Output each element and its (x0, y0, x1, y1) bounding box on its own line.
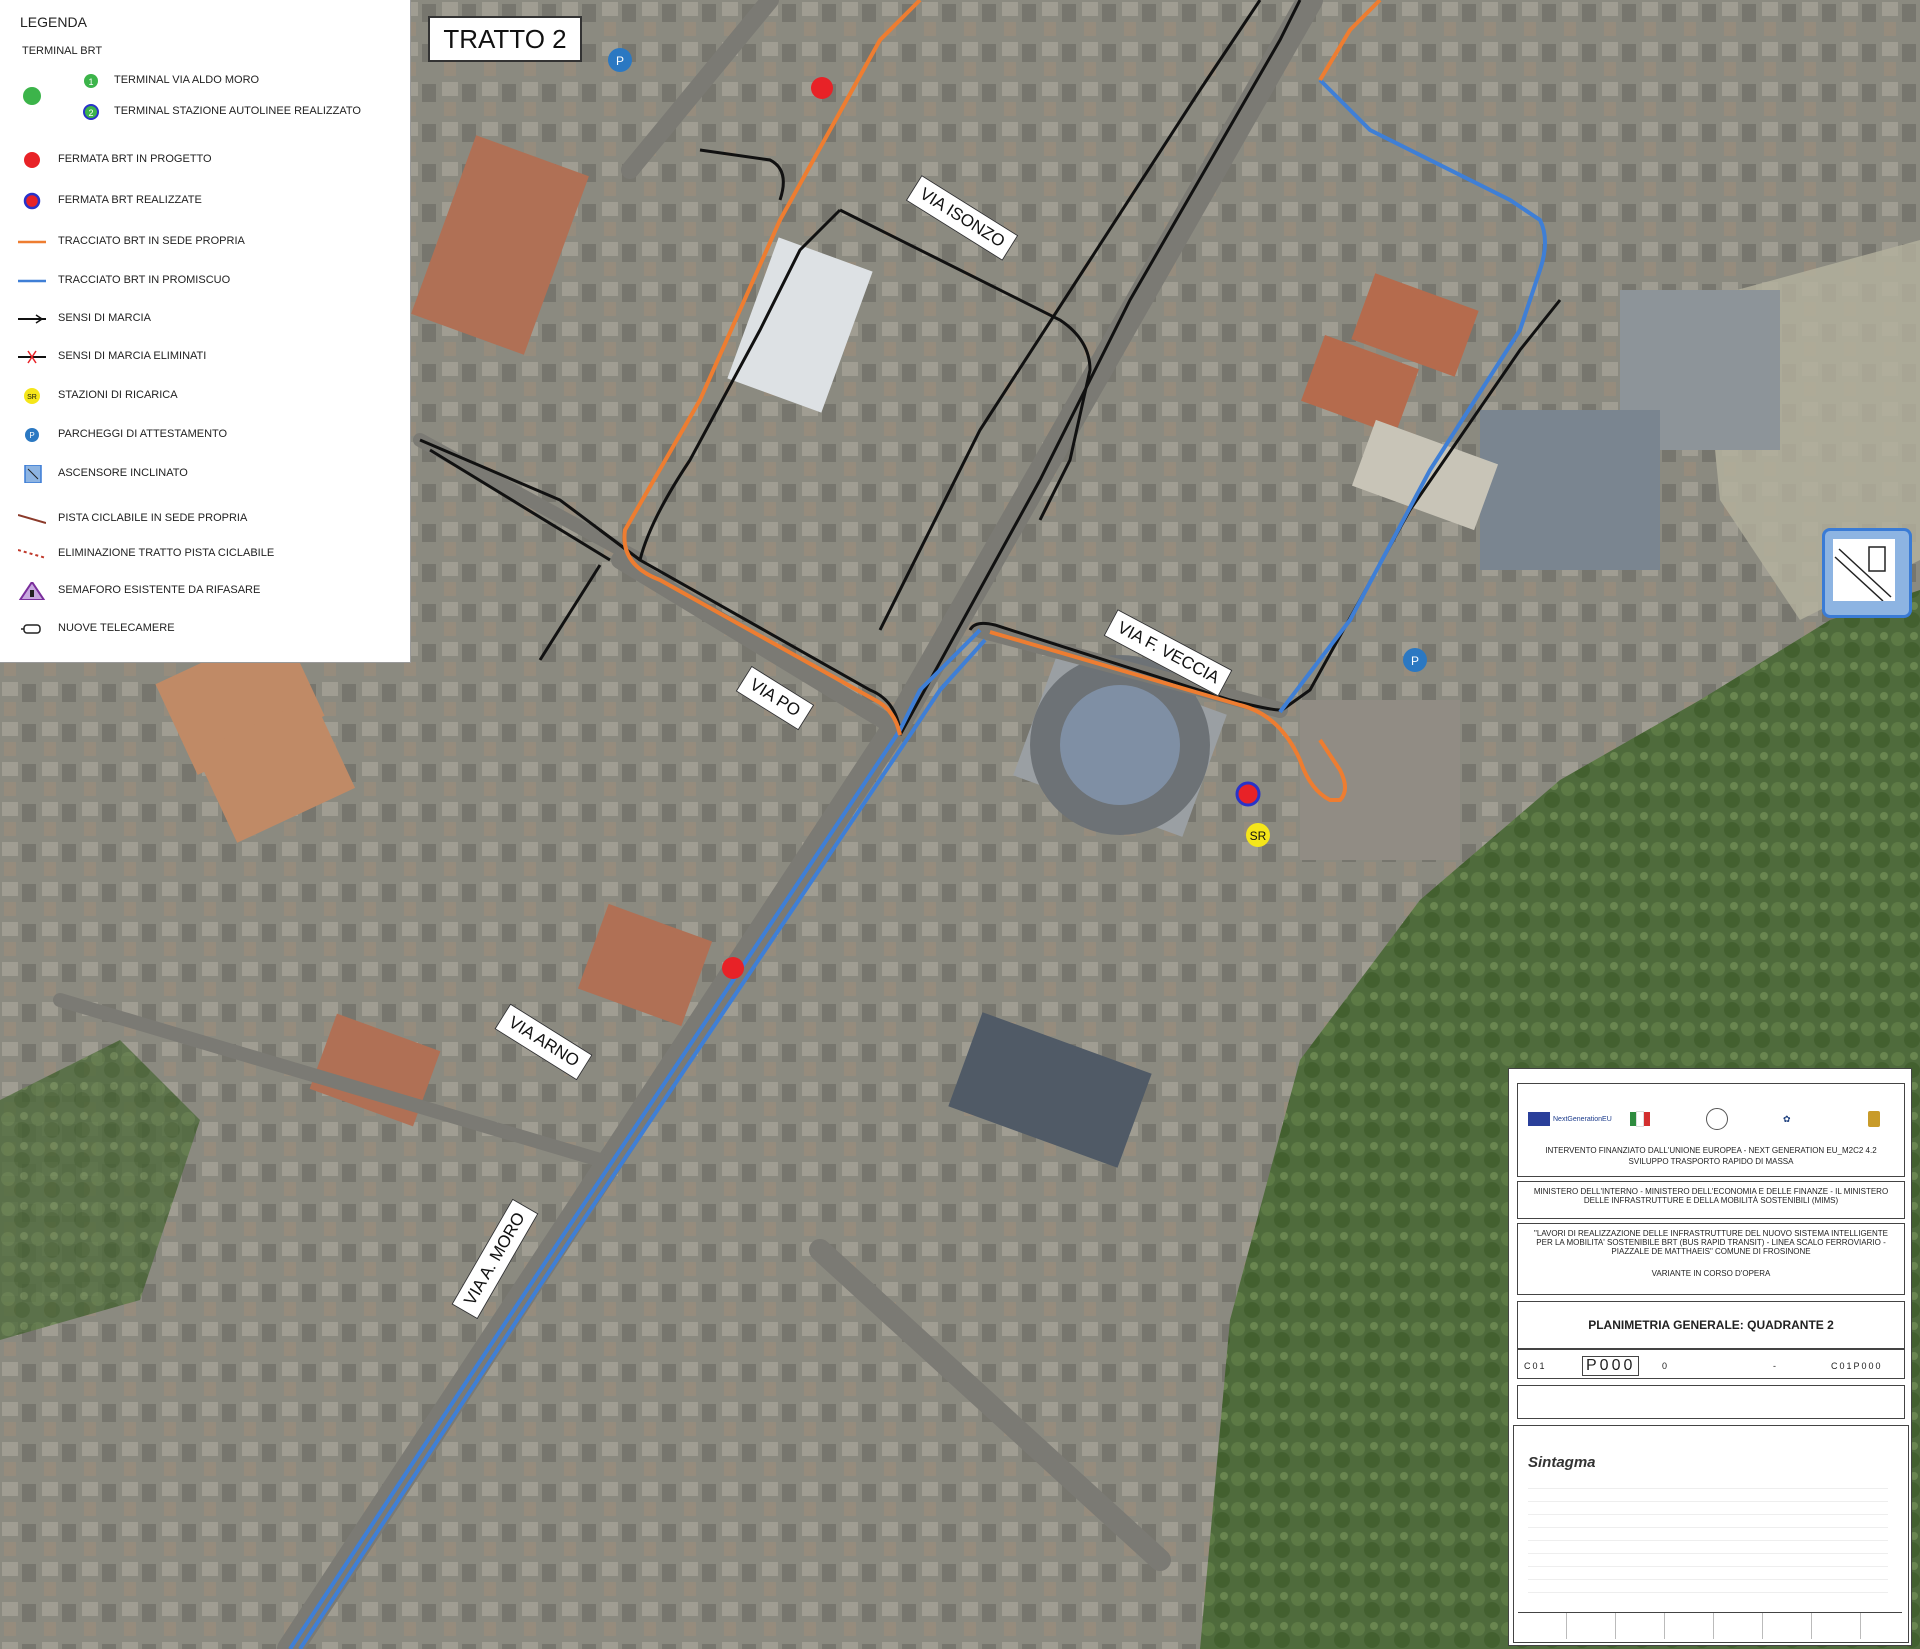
elevator-icon (24, 465, 42, 483)
sr-marker-label: SR (1250, 829, 1267, 843)
legend-label: SENSI DI MARCIA (58, 312, 151, 324)
camera-icon (21, 624, 41, 634)
black-arrow-line-icon (18, 314, 46, 324)
legend-label: TERMINAL VIA ALDO MORO (114, 74, 260, 86)
legend-item-promiscuo: TRACCIATO BRT IN PROMISCUO (0, 270, 410, 292)
legend-item-fermata-progetto: FERMATA BRT IN PROGETTO (0, 149, 410, 171)
legend-subtitle: TERMINAL BRT (22, 45, 103, 57)
svg-text:P: P (29, 431, 34, 440)
legend-item-semaforo: SEMAFORO ESISTENTE DA RIFASARE (0, 580, 410, 602)
fermata-in-progetto[interactable] (722, 957, 744, 979)
p-blue-icon: P (25, 428, 39, 442)
black-cross-line-icon (18, 350, 46, 364)
legend-item-pista-ciclabile: PISTA CICLABILE IN SEDE PROPRIA (0, 508, 410, 530)
funding-line1: INTERVENTO FINANZIATO DALL'UNIONE EUROPE… (1545, 1146, 1877, 1155)
codes-box: C01 P000 0 - C01P000 (1517, 1349, 1905, 1379)
legend-label: NUOVE TELECAMERE (58, 622, 175, 634)
svg-text:1: 1 (88, 77, 93, 87)
red-dot-icon (24, 152, 40, 168)
legend-label: SENSI DI MARCIA ELIMINATI (58, 350, 207, 362)
code-main: P000 (1582, 1356, 1640, 1376)
legend-label: ASCENSORE INCLINATO (58, 467, 188, 479)
funding-line2: SVILUPPO TRASPORTO RAPIDO DI MASSA (1628, 1157, 1794, 1166)
comune-logo-icon (1868, 1108, 1880, 1130)
legend-label: FERMATA BRT IN PROGETTO (58, 153, 212, 165)
legend-item-parcheggi: P PARCHEGGI DI ATTESTAMENTO (0, 424, 410, 446)
company-logo: Sintagma (1528, 1454, 1596, 1471)
sr-yellow-icon: SR (24, 388, 40, 404)
legend-label: PARCHEGGI DI ATTESTAMENTO (58, 428, 228, 440)
parking-marker-label: P (1411, 654, 1419, 668)
legend-label: STAZIONI DI RICARICA (58, 389, 178, 401)
legend-item-terminal-aldo-moro: 1 TERMINAL VIA ALDO MORO (0, 70, 410, 92)
code-file: C01P000 (1831, 1361, 1883, 1371)
legend-item-ascensore: ASCENSORE INCLINATO (0, 463, 410, 485)
project-text: "LAVORI DI REALIZZAZIONE DELLE INFRASTRU… (1533, 1229, 1888, 1256)
dashed-line-icon (18, 549, 46, 559)
legend-label: TERMINAL STAZIONE AUTOLINEE REALIZZATO (114, 105, 361, 117)
legend-label: PISTA CICLABILE IN SEDE PROPRIA (58, 512, 248, 524)
eu-flag-icon: NextGenerationEU (1528, 1108, 1612, 1130)
legend-title: LEGENDA (20, 14, 87, 30)
drawing-title: PLANIMETRIA GENERALE: QUADRANTE 2 (1588, 1318, 1834, 1332)
ministries-box: MINISTERO DELL'INTERNO - MINISTERO DELL'… (1517, 1181, 1905, 1219)
variant-text: VARIANTE IN CORSO D'OPERA (1651, 1269, 1771, 1278)
rup-box (1517, 1385, 1905, 1419)
section-label: TRATTO 2 (428, 16, 582, 62)
code-rev: 0 (1662, 1361, 1668, 1371)
legend-item-telecamere: NUOVE TELECAMERE (0, 618, 410, 640)
brown-line-icon (18, 514, 46, 524)
title-block: NextGenerationEU ✿ INTERVENTO FINANZIATO… (1508, 1068, 1912, 1646)
italy-flag-icon (1630, 1108, 1650, 1130)
legend-label: TRACCIATO BRT IN SEDE PROPRIA (58, 235, 245, 247)
ministries-text: MINISTERO DELL'INTERNO - MINISTERO DELL'… (1533, 1187, 1889, 1205)
credits-list (1528, 1476, 1888, 1604)
fermata-realizzata[interactable] (1235, 781, 1261, 807)
mef-logo-icon (1706, 1108, 1728, 1130)
svg-text:SR: SR (27, 394, 37, 401)
code-scala: - (1773, 1361, 1776, 1371)
legend-item-fermata-realizzate: FERMATA BRT REALIZZATE (0, 190, 410, 212)
fermata-in-progetto[interactable] (811, 77, 833, 99)
revision-table (1518, 1612, 1902, 1639)
svg-text:2: 2 (88, 108, 93, 118)
red-blue-dot-icon (23, 192, 41, 210)
code-left: C01 (1524, 1361, 1547, 1371)
legend-label: SEMAFORO ESISTENTE DA RIFASARE (58, 584, 261, 596)
mims-logo-icon: ✿ (1783, 1113, 1791, 1124)
legend-item-sensi: SENSI DI MARCIA (0, 308, 410, 330)
legend-item-sensi-eliminati: SENSI DI MARCIA ELIMINATI (0, 346, 410, 368)
funding-box: NextGenerationEU ✿ INTERVENTO FINANZIATO… (1517, 1083, 1905, 1177)
legend-label: FERMATA BRT REALIZZATE (58, 194, 202, 206)
drawing-title-box: PLANIMETRIA GENERALE: QUADRANTE 2 (1517, 1301, 1905, 1349)
legend-item-terminal-autolinee: 2 TERMINAL STAZIONE AUTOLINEE REALIZZATO (0, 101, 410, 123)
credits-box: Sintagma (1513, 1425, 1909, 1643)
traffic-light-icon (18, 582, 46, 600)
parking-marker-label: P (616, 54, 624, 68)
legend-item-eliminazione-pista: ELIMINAZIONE TRATTO PISTA CICLABILE (0, 543, 410, 565)
terminal-2-icon: 2 (83, 104, 99, 120)
legend-item-sede-propria: TRACCIATO BRT IN SEDE PROPRIA (0, 231, 410, 253)
ascensore-inclinato-icon[interactable] (1822, 528, 1912, 618)
legend-item-ricarica: SR STAZIONI DI RICARICA (0, 385, 410, 407)
project-box: "LAVORI DI REALIZZAZIONE DELLE INFRASTRU… (1517, 1223, 1905, 1295)
orange-line-icon (18, 240, 46, 244)
terminal-1-icon: 1 (84, 74, 98, 88)
blue-line-icon (18, 279, 46, 283)
legend-label: ELIMINAZIONE TRATTO PISTA CICLABILE (58, 547, 275, 559)
legend-panel: LEGENDA TERMINAL BRT 1 TERMINAL VIA ALDO… (0, 0, 411, 663)
legend-label: TRACCIATO BRT IN PROMISCUO (58, 274, 231, 286)
